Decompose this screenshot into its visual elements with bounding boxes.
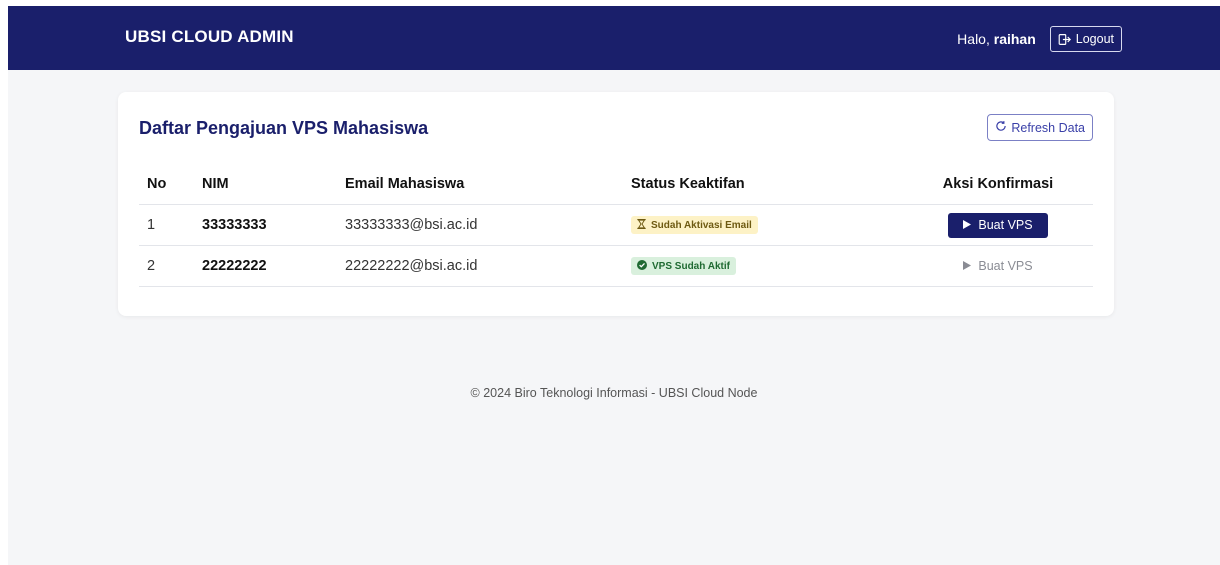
table-row: 2 22222222 22222222@bsi.ac.id VPS Sudah: [139, 245, 1093, 287]
refresh-data-button[interactable]: Refresh Data: [987, 114, 1093, 141]
vps-request-card: Daftar Pengajuan VPS Mahasiswa Refresh D…: [118, 92, 1114, 316]
username: raihan: [993, 31, 1036, 47]
header-email: Email Mahasiswa: [337, 164, 623, 205]
status-text: Sudah Aktivasi Email: [651, 219, 752, 231]
top-navbar: UBSI CLOUD ADMIN Halo, raihan Logout: [8, 6, 1220, 70]
row-no: 1: [139, 204, 194, 246]
logout-button[interactable]: Logout: [1049, 26, 1122, 52]
app-root: UBSI CLOUD ADMIN Halo, raihan Logout Daf…: [8, 6, 1220, 565]
table-header-row: No NIM Email Mahasiswa Status Keaktifan …: [139, 164, 1093, 205]
row-nim: 33333333: [194, 204, 337, 246]
create-vps-label: Buat VPS: [978, 218, 1033, 232]
user-area: Halo, raihan Logout: [957, 25, 1122, 53]
create-vps-label: Buat VPS: [978, 259, 1033, 273]
row-status-cell: VPS Sudah Aktif: [623, 245, 903, 287]
brand-title: UBSI CLOUD ADMIN: [125, 27, 294, 46]
row-action-cell: Buat VPS: [903, 204, 1093, 246]
refresh-label: Refresh Data: [1011, 120, 1085, 135]
logout-label: Logout: [1075, 32, 1114, 46]
row-email: 22222222@bsi.ac.id: [337, 245, 623, 287]
logout-icon: [1058, 33, 1071, 46]
header-nim: NIM: [194, 164, 337, 205]
card-title: Daftar Pengajuan VPS Mahasiswa: [139, 118, 429, 138]
row-nim: 22222222: [194, 245, 337, 287]
greeting-prefix: Halo,: [957, 31, 994, 47]
row-no: 2: [139, 245, 194, 287]
play-icon: [963, 259, 972, 273]
status-text: VPS Sudah Aktif: [652, 260, 730, 272]
vps-request-table: No NIM Email Mahasiswa Status Keaktifan …: [139, 164, 1093, 287]
footer-text: © 2024 Biro Teknologi Informasi - UBSI C…: [470, 386, 758, 400]
hourglass-icon: [637, 218, 646, 232]
header-no: No: [139, 164, 194, 205]
play-icon: [963, 218, 972, 232]
table-row: 1 33333333 33333333@bsi.ac.id Sudah Akti…: [139, 204, 1093, 246]
create-vps-button-disabled: Buat VPS: [948, 254, 1047, 279]
refresh-icon: [995, 120, 1007, 135]
greeting-text: Halo, raihan: [957, 31, 1036, 47]
row-status-cell: Sudah Aktivasi Email: [623, 204, 903, 246]
row-action-cell: Buat VPS: [903, 245, 1093, 287]
status-badge: VPS Sudah Aktif: [631, 257, 736, 275]
row-email: 33333333@bsi.ac.id: [337, 204, 623, 246]
status-badge: Sudah Aktivasi Email: [631, 216, 758, 234]
create-vps-button[interactable]: Buat VPS: [948, 212, 1048, 238]
header-status: Status Keaktifan: [623, 164, 903, 205]
header-aksi: Aksi Konfirmasi: [903, 164, 1093, 205]
check-circle-icon: [637, 259, 647, 273]
